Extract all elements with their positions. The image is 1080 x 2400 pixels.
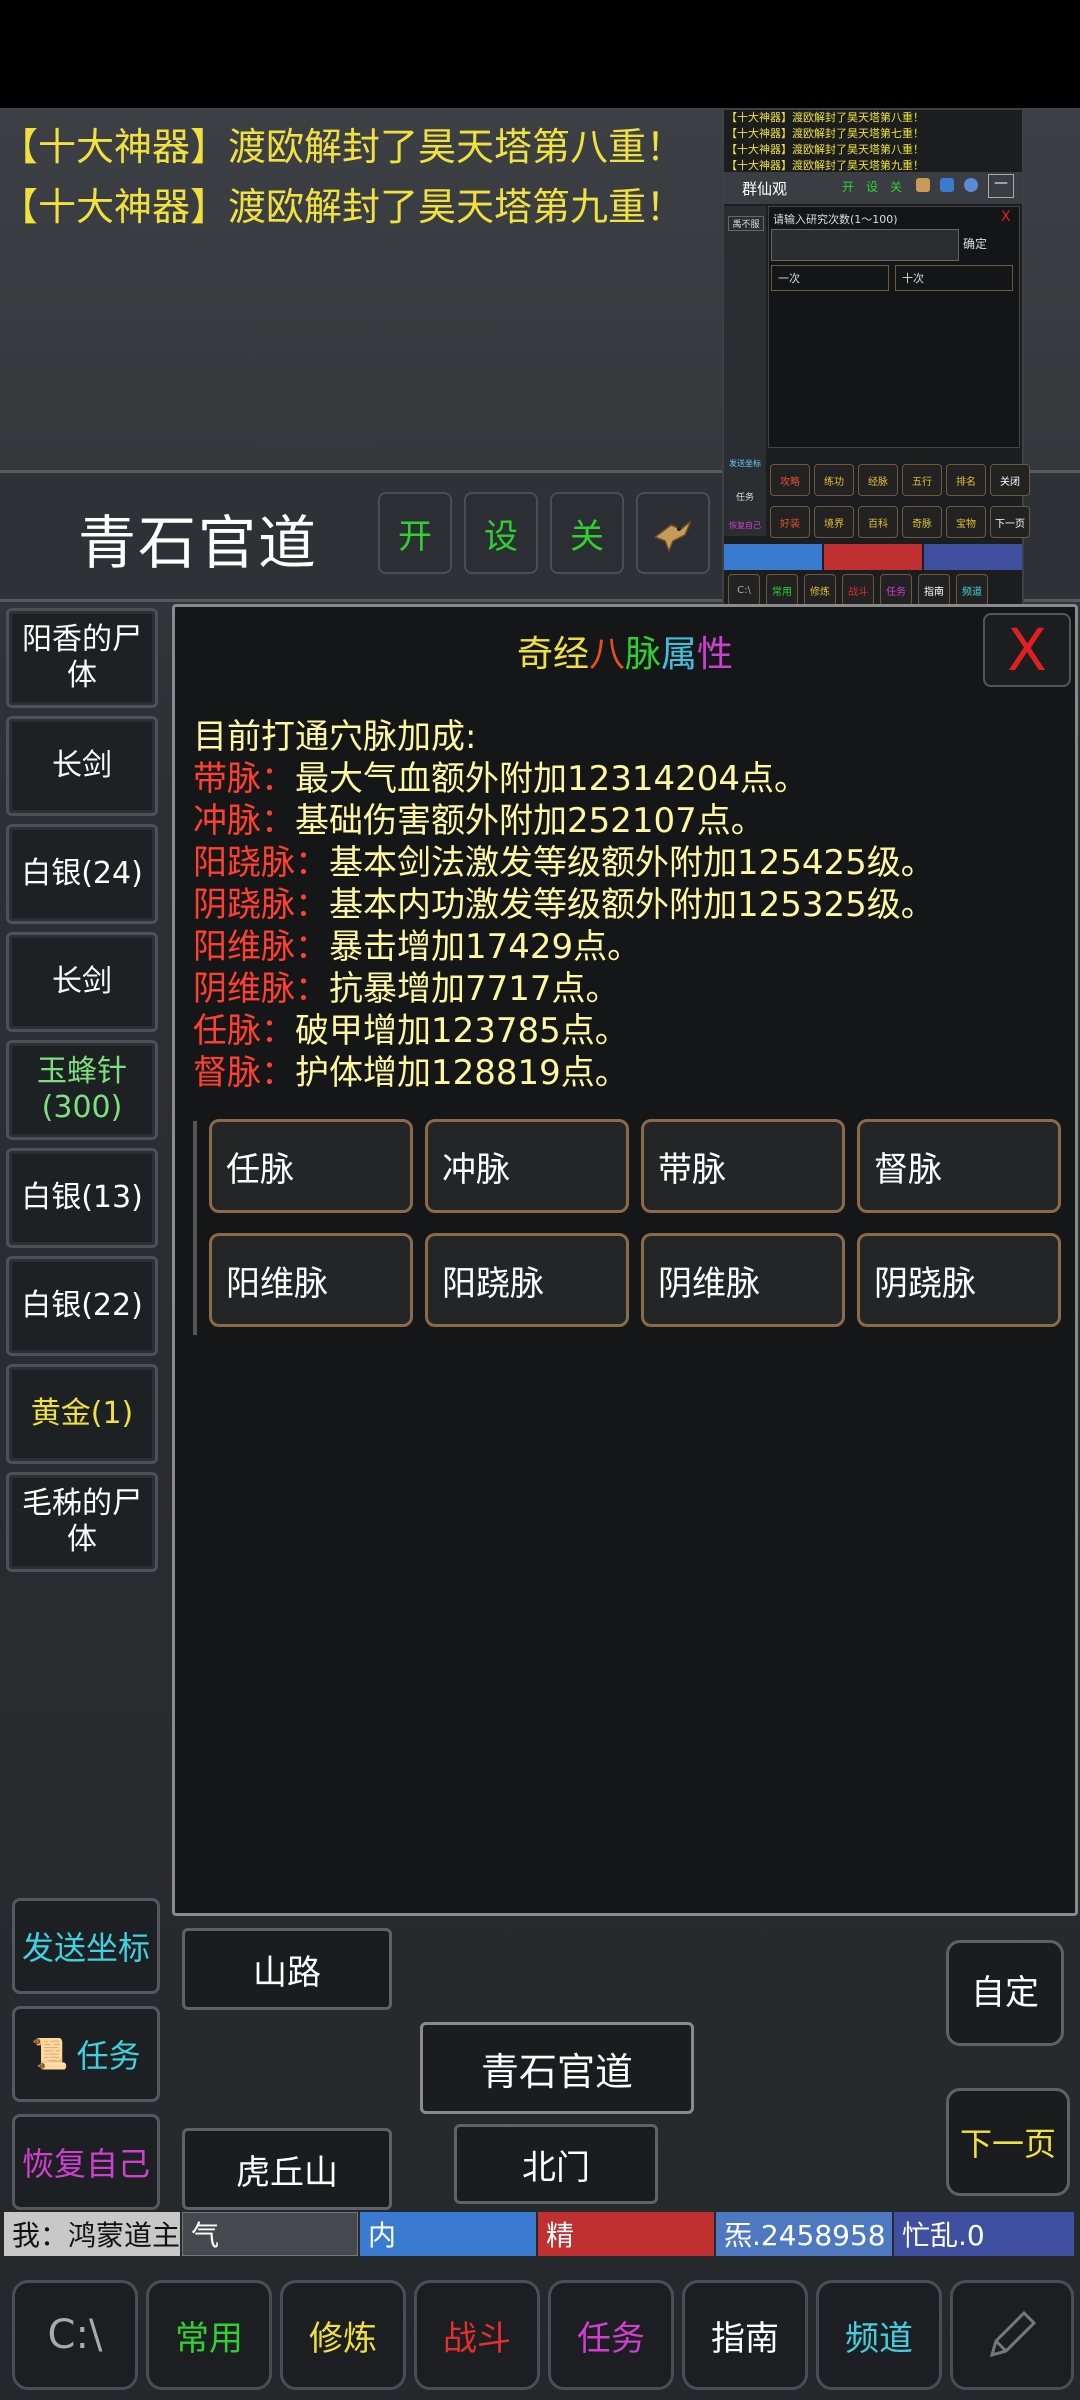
overlay-grid-button[interactable]: 排名 — [946, 464, 986, 496]
overlay-grid-button[interactable]: 奇脉 — [902, 506, 942, 538]
overlay-log-line: 【十大神器】渡欧解封了昊天塔第八重！ — [726, 111, 924, 124]
tab-battle[interactable]: 战斗 — [414, 2280, 540, 2390]
research-dialog: 请输入研究次数(1～100) X 确定 一次 十次 — [768, 206, 1020, 448]
money-value: 炁.2458958 — [716, 2212, 892, 2256]
overlay-settings-button[interactable]: 设 — [866, 178, 878, 195]
overlay-window[interactable]: 【十大神器】渡欧解封了昊天塔第八重！ 【十大神器】渡欧解封了昊天塔第七重！ 【十… — [722, 108, 1030, 608]
divider — [193, 1121, 197, 1335]
busy-value: 忙乱.0 — [894, 2212, 1074, 2256]
eagle-icon[interactable] — [916, 178, 930, 192]
item-slot[interactable]: 白银(24) — [6, 824, 158, 924]
gear-icon[interactable] — [964, 178, 978, 192]
meridian-button-dai[interactable]: 带脉 — [641, 1119, 845, 1213]
location-title: 青石官道 — [78, 509, 319, 577]
settings-button[interactable]: 设 — [464, 492, 538, 574]
close-button[interactable]: X — [983, 613, 1071, 687]
bonus-line: 督脉：护体增加128819点。 — [193, 1053, 629, 1093]
console-icon[interactable]: C:\ — [12, 2280, 138, 2390]
panel-title: 奇经八脉属性 — [516, 634, 734, 675]
current-location-button: 青石官道 — [420, 2022, 694, 2114]
overlay-grid-button[interactable]: 境界 — [814, 506, 854, 538]
meridian-button-chong[interactable]: 冲脉 — [425, 1119, 629, 1213]
send-coords-button[interactable]: 发送坐标 — [12, 1898, 160, 1994]
exit-left-button[interactable]: 虎丘山 — [182, 2128, 392, 2210]
scroll-icon: 📜 — [31, 2036, 69, 2072]
overlay-tab[interactable]: 指南 — [918, 574, 950, 606]
tab-common[interactable]: 常用 — [146, 2280, 272, 2390]
minimize-icon[interactable]: — — [988, 174, 1014, 198]
open-button[interactable]: 开 — [378, 492, 452, 574]
overlay-tab[interactable]: 常用 — [766, 574, 798, 606]
overlay-side-label[interactable]: 禹不服 — [728, 216, 764, 231]
player-name: 我：鸿蒙道主 — [4, 2212, 180, 2256]
meridian-button-du[interactable]: 督脉 — [857, 1119, 1061, 1213]
announcement-line: 【十大神器】渡欧解封了昊天塔第九重！ — [0, 185, 685, 229]
overlay-tab[interactable]: 频道 — [956, 574, 988, 606]
close-quick-button[interactable]: 关 — [550, 492, 624, 574]
exit-up-button[interactable]: 山路 — [182, 1928, 392, 2010]
exit-down-button[interactable]: 北门 — [454, 2124, 658, 2204]
overlay-log-line: 【十大神器】渡欧解封了昊天塔第七重！ — [726, 127, 924, 140]
item-slot[interactable]: 阳香的尸体 — [6, 608, 158, 708]
jing-bar: 精 — [538, 2212, 714, 2256]
research-confirm-button[interactable]: 确定 — [963, 235, 987, 252]
tab-channel[interactable]: 频道 — [816, 2280, 942, 2390]
item-slot[interactable]: 白银(13) — [6, 1148, 158, 1248]
meridian-button-yinqiao[interactable]: 阴跷脉 — [857, 1233, 1061, 1327]
overlay-title: 群仙观 — [742, 180, 788, 198]
shield-icon[interactable] — [940, 178, 954, 192]
overlay-grid-button[interactable]: 下一页 — [990, 506, 1030, 538]
next-page-button[interactable]: 下一页 — [946, 2088, 1070, 2196]
tab-cultivate[interactable]: 修炼 — [280, 2280, 406, 2390]
overlay-grid-button[interactable]: 好装 — [770, 506, 810, 538]
overlay-tab[interactable]: 战斗 — [842, 574, 874, 606]
overlay-close-quick-button[interactable]: 关 — [890, 178, 902, 195]
overlay-grid-button[interactable]: 五行 — [902, 464, 942, 496]
announcement-line: 【十大神器】渡欧解封了昊天塔第八重！ — [0, 125, 685, 169]
overlay-grid-button[interactable]: 经脉 — [858, 464, 898, 496]
research-once-button[interactable]: 一次 — [771, 265, 889, 291]
overlay-grid-button[interactable]: 宝物 — [946, 506, 986, 538]
overlay-tab[interactable]: 任务 — [880, 574, 912, 606]
custom-button[interactable]: 自定 — [946, 1940, 1064, 2046]
overlay-grid-button[interactable]: 练功 — [814, 464, 854, 496]
nei-bar: 内 — [360, 2212, 536, 2256]
recover-self-button[interactable]: 恢复自己 — [12, 2114, 160, 2210]
eagle-icon[interactable] — [636, 492, 710, 574]
overlay-send-coords[interactable]: 发送坐标 — [726, 458, 764, 469]
meridian-panel: 奇经八脉属性 X 目前打通穴脉加成: 带脉：最大气血额外附加12314204点。… — [172, 604, 1078, 1916]
overlay-recover[interactable]: 恢复自己 — [726, 520, 764, 531]
overlay-task[interactable]: 任务 — [726, 490, 764, 503]
overlay-header: 群仙观 开 设 关 — — [724, 172, 1022, 204]
overlay-grid-button[interactable]: 百科 — [858, 506, 898, 538]
overlay-log-line: 【十大神器】渡欧解封了昊天塔第八重！ — [726, 143, 924, 156]
tab-task[interactable]: 任务 — [548, 2280, 674, 2390]
overlay-tab[interactable]: 修炼 — [804, 574, 836, 606]
item-slot[interactable]: 毛秭的尸体 — [6, 1472, 158, 1572]
item-slot[interactable]: 长剑 — [6, 716, 158, 816]
overlay-grid-button[interactable]: 攻略 — [770, 464, 810, 496]
research-prompt: 请输入研究次数(1～100) — [773, 213, 898, 226]
meridian-button-yinwei[interactable]: 阴维脉 — [641, 1233, 845, 1327]
item-slot[interactable]: 黄金(1) — [6, 1364, 158, 1464]
research-count-input[interactable] — [771, 229, 959, 261]
overlay-grid-button[interactable]: 关闭 — [990, 464, 1030, 496]
overlay-console-icon[interactable]: C:\ — [728, 574, 760, 606]
research-ten-button[interactable]: 十次 — [895, 265, 1013, 291]
overlay-open-button[interactable]: 开 — [842, 178, 854, 195]
item-slot[interactable]: 白银(22) — [6, 1256, 158, 1356]
qi-bar: 气 — [182, 2212, 358, 2256]
research-close-icon[interactable]: X — [1001, 209, 1011, 225]
task-button[interactable]: 📜 任务 — [12, 2006, 160, 2102]
item-slot[interactable]: 玉蜂针(300) — [6, 1040, 158, 1140]
item-slot[interactable]: 长剑 — [6, 932, 158, 1032]
meridian-button-ren[interactable]: 任脉 — [209, 1119, 413, 1213]
overlay-sidebar: 禹不服 — [724, 206, 766, 536]
pen-icon[interactable] — [950, 2280, 1074, 2390]
meridian-button-yangwei[interactable]: 阳维脉 — [209, 1233, 413, 1327]
tab-guide[interactable]: 指南 — [682, 2280, 808, 2390]
system-status-bar — [0, 0, 1080, 108]
meridian-button-yangqiao[interactable]: 阳跷脉 — [425, 1233, 629, 1327]
